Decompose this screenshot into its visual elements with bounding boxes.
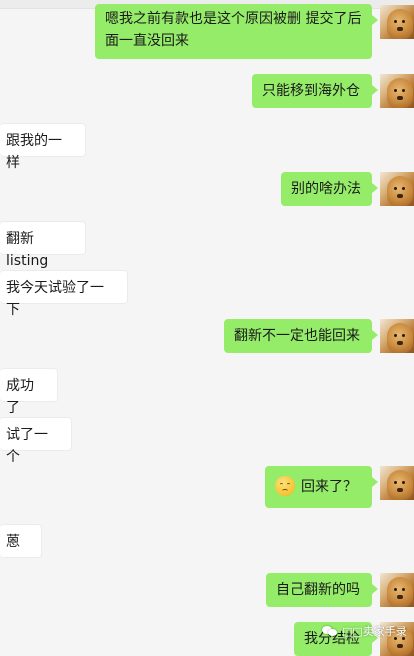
chat-conversation: 嗯我之前有款也是这个原因被删 提交了后 面一直没回来 只能移到海外仓 跟我的一样…	[0, 0, 414, 656]
watermark-text: □□卖家手录	[342, 625, 407, 638]
message-bubble-incoming[interactable]: 跟我的一样	[0, 123, 86, 171]
avatar[interactable]	[380, 5, 414, 39]
message-text: 试了一个	[6, 427, 48, 465]
message-text: 嗯我之前有款也是这个原因被删 提交了后	[105, 11, 362, 27]
watermark: □□卖家手录	[322, 622, 407, 640]
message-bubble-outgoing[interactable]: 回来了？	[265, 466, 378, 508]
message-bubble-outgoing[interactable]: 嗯我之前有款也是这个原因被删 提交了后 面一直没回来	[95, 4, 378, 59]
message-text: 蒽	[6, 534, 20, 550]
message-text: 翻新不一定也能回来	[234, 328, 360, 344]
message-bubble-incoming[interactable]: 我今天试验了一下	[0, 270, 128, 318]
worried-face-icon	[275, 476, 295, 496]
avatar[interactable]	[380, 74, 414, 108]
message-bubble-outgoing[interactable]: 翻新不一定也能回来	[224, 319, 378, 353]
message-text: 跟我的一样	[6, 133, 62, 171]
message-bubble-outgoing[interactable]: 别的啥办法	[281, 172, 378, 206]
wechat-icon	[322, 625, 338, 637]
avatar[interactable]	[380, 466, 414, 500]
message-bubble-incoming[interactable]: 翻新listing	[0, 221, 86, 269]
avatar[interactable]	[380, 172, 414, 206]
message-text: 面一直没回来	[105, 33, 189, 49]
message-bubble-outgoing[interactable]: 只能移到海外仓	[252, 74, 378, 108]
message-text: 别的啥办法	[291, 181, 361, 197]
message-bubble-incoming[interactable]: 蒽	[0, 524, 42, 558]
avatar[interactable]	[380, 319, 414, 353]
message-text: 成功了	[6, 378, 34, 416]
message-text: 自己翻新的吗	[276, 582, 360, 598]
message-bubble-outgoing[interactable]: 自己翻新的吗	[266, 573, 378, 607]
message-text: 我今天试验了一下	[6, 280, 104, 318]
message-text: 翻新listing	[6, 231, 49, 269]
message-bubble-incoming[interactable]: 试了一个	[0, 417, 72, 465]
message-text: 回来了？	[301, 479, 357, 495]
message-bubble-incoming[interactable]: 成功了	[0, 368, 58, 416]
avatar[interactable]	[380, 573, 414, 607]
message-text: 只能移到海外仓	[262, 83, 360, 99]
